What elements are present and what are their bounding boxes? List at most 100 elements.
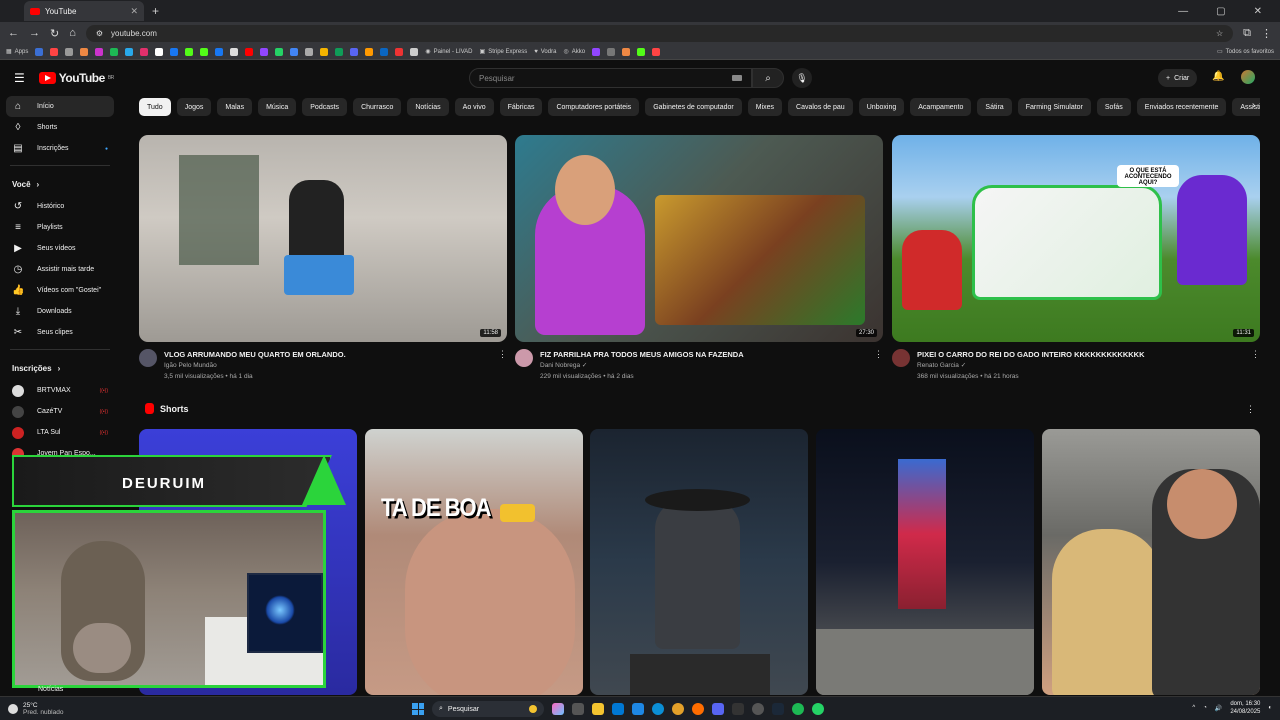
short-card[interactable]	[1042, 429, 1260, 695]
chip[interactable]: Enviados recentemente	[1136, 98, 1227, 116]
bookmark-icon[interactable]	[410, 47, 419, 56]
steam-icon[interactable]	[772, 703, 784, 715]
chip[interactable]: Churrasco	[353, 98, 402, 116]
maximize-icon[interactable]: ▢	[1216, 6, 1225, 17]
new-tab-icon[interactable]: +	[152, 4, 159, 18]
bookmark-icon[interactable]	[260, 47, 269, 56]
home-browser-icon[interactable]: ⌂	[69, 27, 76, 39]
hamburger-menu-icon[interactable]: ☰	[14, 71, 25, 85]
bookmark-all[interactable]: ▭ Todos os favoritos	[1217, 48, 1274, 56]
weather-widget[interactable]: 25°C Pred. nublado	[8, 702, 63, 716]
bookmark-icon[interactable]	[50, 47, 59, 56]
sidebar-item-home[interactable]: ⌂ Início	[6, 96, 114, 117]
channel-name[interactable]: Dani Nobrega ✓	[540, 360, 744, 371]
sidebar-item-your-videos[interactable]: ▶ Seus vídeos	[0, 238, 120, 259]
notifications-bell-icon[interactable]: 🔔	[1212, 71, 1224, 82]
spotify-icon[interactable]	[792, 703, 804, 715]
star-icon[interactable]: ☆	[1216, 29, 1223, 38]
chip[interactable]: Podcasts	[302, 98, 348, 116]
keyboard-icon[interactable]	[732, 75, 742, 81]
minimize-icon[interactable]: —	[1178, 6, 1188, 17]
chip[interactable]: Sofás	[1096, 98, 1131, 116]
bookmark-icon[interactable]	[290, 47, 299, 56]
taskbar-search[interactable]: ⌕ Pesquisar	[432, 701, 544, 717]
channel-avatar[interactable]	[892, 349, 910, 367]
bookmark-icon[interactable]	[155, 47, 164, 56]
bookmark-icon[interactable]	[592, 47, 601, 56]
chip[interactable]: Música	[258, 98, 297, 116]
sidebar-item-watch-later[interactable]: ◷ Assistir mais tarde	[0, 259, 120, 280]
copilot-icon[interactable]	[552, 703, 564, 715]
channel-name[interactable]: Renato Garcia ✓	[917, 360, 1145, 371]
bookmark-icon[interactable]	[65, 47, 74, 56]
bookmark-icon[interactable]	[380, 47, 389, 56]
sidebar-item-clips[interactable]: ✂ Seus clipes	[0, 322, 120, 343]
bookmark-icon[interactable]	[215, 47, 224, 56]
sidebar-item-history[interactable]: ↺ Histórico	[0, 196, 120, 217]
app-icon[interactable]	[632, 703, 644, 715]
video-title[interactable]: FIZ PARRILHA PRA TODOS MEUS AMIGOS NA FA…	[540, 349, 744, 360]
store-icon[interactable]	[612, 703, 624, 715]
sidebar-item-news[interactable]: Notícias	[38, 686, 63, 693]
bookmark-icon[interactable]	[185, 47, 194, 56]
sidebar-subscriptions-heading[interactable]: Inscrições ›	[0, 356, 120, 380]
chip[interactable]: Fábricas	[499, 98, 543, 116]
video-thumbnail[interactable]: O QUE ESTÁ ACONTECENDO AQUI? 11:31	[892, 135, 1260, 342]
chip[interactable]: Jogos	[176, 98, 212, 116]
chip[interactable]: Acampamento	[910, 98, 972, 116]
clock[interactable]: dom, 16:30 24/08/2025	[1230, 700, 1260, 716]
voice-search-button[interactable]: 🎙	[792, 68, 812, 88]
bookmark-icon[interactable]	[637, 47, 646, 56]
bookmark-icon[interactable]	[275, 47, 284, 56]
bookmark-icon[interactable]	[622, 47, 631, 56]
bookmark-icon[interactable]	[350, 47, 359, 56]
chip[interactable]: Mixes	[747, 98, 783, 116]
channel-name[interactable]: Igão Pelo Mundão	[164, 360, 346, 371]
video-thumbnail[interactable]: 11:58	[139, 135, 507, 342]
chip[interactable]: Tudo	[139, 98, 171, 116]
sidebar-sub-brtvmax[interactable]: BRTVMAX ((•))	[0, 380, 120, 401]
bookmark-icon[interactable]	[140, 47, 149, 56]
app-icon[interactable]	[732, 703, 744, 715]
bookmark-icon[interactable]	[395, 47, 404, 56]
app-icon[interactable]	[752, 703, 764, 715]
avatar[interactable]	[1241, 70, 1255, 84]
chip[interactable]: Sátira	[977, 98, 1012, 116]
bookmark-icon[interactable]	[365, 47, 374, 56]
bookmark-vodra[interactable]: ♥ Vodra	[534, 49, 556, 55]
edge-icon[interactable]	[652, 703, 664, 715]
sidebar-item-downloads[interactable]: ⤓ Downloads	[0, 301, 120, 322]
video-card[interactable]: 27:30 FIZ PARRILHA PRA TODOS MEUS AMIGOS…	[515, 135, 883, 382]
sidebar-item-liked[interactable]: 👍 Vídeos com "Gostei"	[0, 280, 120, 301]
reload-icon[interactable]: ↻	[50, 27, 59, 40]
sidebar-sub-lta[interactable]: LTA Sul ((•))	[0, 422, 120, 443]
chip[interactable]: Assistido	[1232, 98, 1260, 116]
task-view-icon[interactable]	[572, 703, 584, 715]
browser-tab[interactable]: YouTube ✕	[24, 1, 144, 21]
short-card[interactable]: TA DE BOA	[365, 429, 583, 695]
bookmark-icon[interactable]	[125, 47, 134, 56]
chip[interactable]: Ao vivo	[454, 98, 494, 116]
sidebar-item-subscriptions[interactable]: ▤ Inscrições ●	[0, 138, 120, 159]
bookmark-icon[interactable]	[80, 47, 89, 56]
sidebar-you-heading[interactable]: Você ›	[0, 172, 120, 196]
video-thumbnail[interactable]: 27:30	[515, 135, 883, 342]
bookmark-apps[interactable]: ▦ Apps	[6, 48, 28, 56]
create-button[interactable]: + Criar	[1158, 69, 1198, 87]
bookmark-icon[interactable]	[320, 47, 329, 56]
extensions-icon[interactable]: ⧉	[1243, 27, 1251, 40]
chrome-icon[interactable]	[672, 703, 684, 715]
search-input[interactable]: Pesquisar	[469, 68, 752, 88]
short-card[interactable]	[816, 429, 1034, 695]
channel-avatar[interactable]	[515, 349, 533, 367]
bookmark-icon[interactable]	[110, 47, 119, 56]
bookmark-icon[interactable]	[170, 47, 179, 56]
firefox-icon[interactable]	[692, 703, 704, 715]
sidebar-item-playlists[interactable]: ≡ Playlists	[0, 217, 120, 238]
bookmark-icon[interactable]	[95, 47, 104, 56]
bookmark-icon[interactable]	[305, 47, 314, 56]
chip[interactable]: Computadores portáteis	[548, 98, 640, 116]
more-options-icon[interactable]: ⋮	[498, 349, 507, 382]
video-title[interactable]: VLOG ARRUMANDO MEU QUARTO EM ORLANDO.	[164, 349, 346, 360]
bookmark-icon[interactable]	[607, 47, 616, 56]
